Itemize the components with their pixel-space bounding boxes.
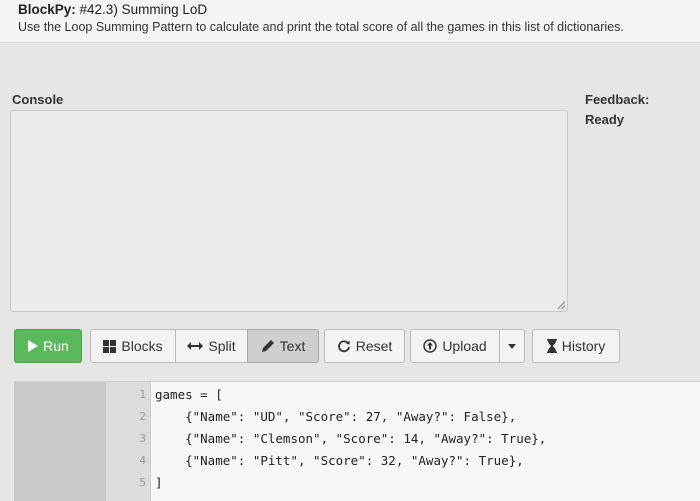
- text-button-label: Text: [279, 338, 306, 354]
- split-arrows-icon: [187, 341, 204, 351]
- history-button[interactable]: History: [532, 329, 620, 363]
- line-number: 5: [139, 476, 146, 489]
- editor-left-margin: [14, 382, 106, 501]
- reset-button-label: Reset: [355, 338, 393, 354]
- console-output[interactable]: [10, 110, 568, 312]
- code-line[interactable]: {"Name": "Clemson", "Score": 14, "Away?"…: [155, 431, 546, 446]
- code-line[interactable]: {"Name": "UD", "Score": 27, "Away?": Fal…: [155, 409, 516, 424]
- split-button-label: Split: [208, 338, 236, 354]
- blocks-button-label: Blocks: [121, 338, 163, 354]
- history-button-label: History: [561, 338, 606, 354]
- play-icon: [27, 340, 39, 352]
- console-label: Console: [12, 92, 64, 107]
- blocks-button[interactable]: Blocks: [90, 329, 176, 363]
- text-button[interactable]: Text: [247, 329, 319, 363]
- code-line[interactable]: {"Name": "Pitt", "Score": 32, "Away?": T…: [155, 453, 524, 468]
- line-number-gutter: 1 2 3 4 5: [106, 382, 151, 501]
- line-number: 3: [139, 432, 146, 445]
- upload-icon: [423, 339, 438, 353]
- upload-button[interactable]: Upload: [410, 329, 500, 363]
- hourglass-icon: [546, 339, 557, 353]
- upload-button-label: Upload: [442, 338, 487, 354]
- line-number: 4: [139, 454, 146, 467]
- assignment-name: #42.3) Summing LoD: [75, 2, 208, 17]
- code-line[interactable]: games = [: [155, 387, 223, 402]
- feedback-status: Ready: [585, 112, 625, 127]
- code-line[interactable]: ]: [155, 475, 163, 490]
- code-editor[interactable]: 1 2 3 4 5 games = [ {"Name": "UD", "Scor…: [14, 381, 700, 501]
- assignment-header: BlockPy: #42.3) Summing LoD Use the Loop…: [0, 0, 700, 43]
- blocks-icon: [103, 339, 117, 353]
- run-button-label: Run: [43, 338, 69, 354]
- app-name: BlockPy:: [18, 2, 76, 17]
- assignment-title: BlockPy: #42.3) Summing LoD: [18, 2, 207, 17]
- reset-button[interactable]: Reset: [324, 329, 405, 363]
- line-number: 2: [139, 410, 146, 423]
- pencil-icon: [261, 339, 275, 353]
- feedback-label: Feedback:: [585, 92, 650, 107]
- resize-grip-icon[interactable]: [557, 301, 565, 309]
- refresh-icon: [337, 339, 351, 353]
- split-button[interactable]: Split: [175, 329, 248, 363]
- upload-menu-toggle[interactable]: [499, 329, 525, 363]
- run-button[interactable]: Run: [14, 329, 82, 363]
- assignment-instructions: Use the Loop Summing Pattern to calculat…: [18, 20, 624, 34]
- line-number: 1: [139, 388, 146, 401]
- caret-down-icon: [508, 343, 516, 349]
